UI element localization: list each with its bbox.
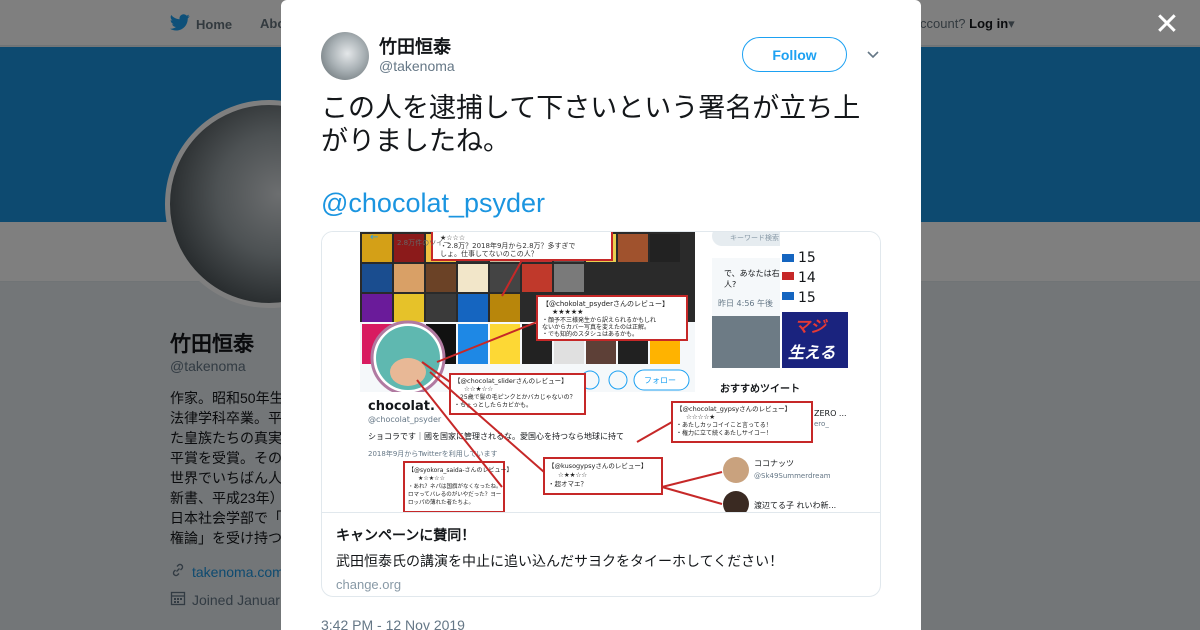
review1-title: 【@chokolat_psyderさんのレビュー】: [542, 299, 669, 308]
review1-line2: ないからカバー写真を変えたのは正解。: [542, 323, 650, 331]
trend-num-1: 15: [798, 250, 816, 266]
tweet-mention-link[interactable]: @chocolat_psyder: [321, 188, 545, 219]
trend-question-2: 人?: [724, 280, 736, 289]
review5-line1: ・超オマエ？: [548, 479, 587, 488]
link-card[interactable]: ★☆☆☆ ・2.8万？2018年9月から2.8万？多すぎで しょ。仕事してないの…: [321, 231, 881, 597]
chocolat-name: chocolat.: [368, 399, 435, 414]
tweet-text: この人を逮捕して下さいという署名が立ち上がりましたね。: [321, 93, 861, 157]
review3-title: 【@chocolat_gypsyさんのレビュー】: [676, 404, 791, 413]
review4-title: 【@syokora_saida-さんのレビュー】: [408, 466, 513, 474]
tweet-timestamp[interactable]: 3:42 PM - 12 Nov 2019: [321, 617, 465, 630]
card-image: ★☆☆☆ ・2.8万？2018年9月から2.8万？多すぎで しょ。仕事してないの…: [322, 232, 880, 512]
card-title: キャンペーンに賛同！: [336, 527, 476, 543]
review1-line3: ・でも知的のスタシュはあるかも。: [542, 330, 638, 338]
review4-line2: ロマってバレるのがいやだった？ヨー: [408, 490, 501, 498]
recommend-title: おすすめツイート: [720, 383, 800, 395]
review5-title: 【@kusogypsyさんのレビュー】: [548, 461, 647, 470]
author-avatar[interactable]: [321, 32, 369, 80]
review4-line3: ロッパの薄れた者たちよ。: [408, 498, 474, 506]
review1-stars: ★★★★★: [552, 308, 583, 316]
manga-text: マジ: [794, 317, 829, 336]
card-domain: change.org: [336, 577, 402, 592]
topline-3: しょ。仕事してないのこの人？: [440, 249, 538, 258]
chocolat-follow: フォロー: [644, 376, 676, 385]
review4-line1: ・あれ？ネパは国旗がなくなったね。: [408, 482, 502, 490]
manga-text-2: 生える: [788, 343, 836, 362]
review5-stars: ☆★★☆☆: [558, 471, 587, 479]
trend-num-3: 15: [798, 290, 816, 306]
chevron-down-icon[interactable]: [865, 44, 881, 64]
follow-button[interactable]: Follow: [742, 37, 847, 72]
review2-stars: ☆☆★☆☆: [464, 385, 493, 393]
review3-stars: ☆☆☆☆★: [686, 413, 715, 421]
subtitle: 2.8万件のツイー: [397, 238, 450, 247]
author-handle[interactable]: @takenoma: [379, 58, 455, 74]
rec-zero-handle: ero_: [814, 420, 829, 428]
rec1-name: ココナッツ: [754, 459, 794, 468]
review4-stars: ★☆★☆☆: [418, 475, 445, 482]
author-name[interactable]: 竹田恒泰: [379, 33, 451, 59]
rec-zero: ZERO ...: [814, 409, 847, 418]
search-placeholder: キーワード検索: [730, 233, 779, 242]
tweet-modal: 竹田恒泰 @takenoma Follow この人を逮捕して下さいという署名が立…: [281, 0, 921, 630]
review2-line1: ・25歳で髪の毛ピンクとかバカじゃないの？: [454, 393, 576, 401]
rec1-handle: @Sk49Summerdream: [754, 472, 831, 480]
card-body: キャンペーンに賛同！ 武田恒泰氏の講演を中止に追い込んだサヨクをタイーホしてくだ…: [322, 512, 880, 596]
close-icon[interactable]: ✕: [1152, 10, 1182, 40]
topline-2: ・2.8万？2018年9月から2.8万？多すぎで: [440, 241, 576, 250]
review3-line1: ・あたしカッコイイこと言ってる！: [676, 421, 772, 429]
chocolat-bio: ショコラです｜國を国家に管理されるな。愛国心を持つなら地球に持て: [368, 431, 624, 441]
back-arrow-icon: ←: [370, 232, 378, 243]
review1-line1: ・顔予不三様発生から訳えられるかもしれ: [542, 316, 656, 324]
review2-title: 【@chocolat_sliderさんのレビュー】: [454, 376, 568, 385]
trend-num-2: 14: [798, 270, 816, 286]
chocolat-handle: @chocolat_psyder: [368, 415, 442, 424]
review3-line2: ・権力に立て続くあたしサイコー！: [676, 429, 772, 437]
trend-time: 昨日 4:56 午後: [718, 298, 773, 308]
card-description: 武田恒泰氏の講演を中止に追い込んだサヨクをタイーホしてください！: [336, 553, 784, 569]
rec2-name: 渡辺てる子 れいわ新...: [754, 500, 836, 510]
trend-question: で、あなたは右: [724, 268, 780, 278]
